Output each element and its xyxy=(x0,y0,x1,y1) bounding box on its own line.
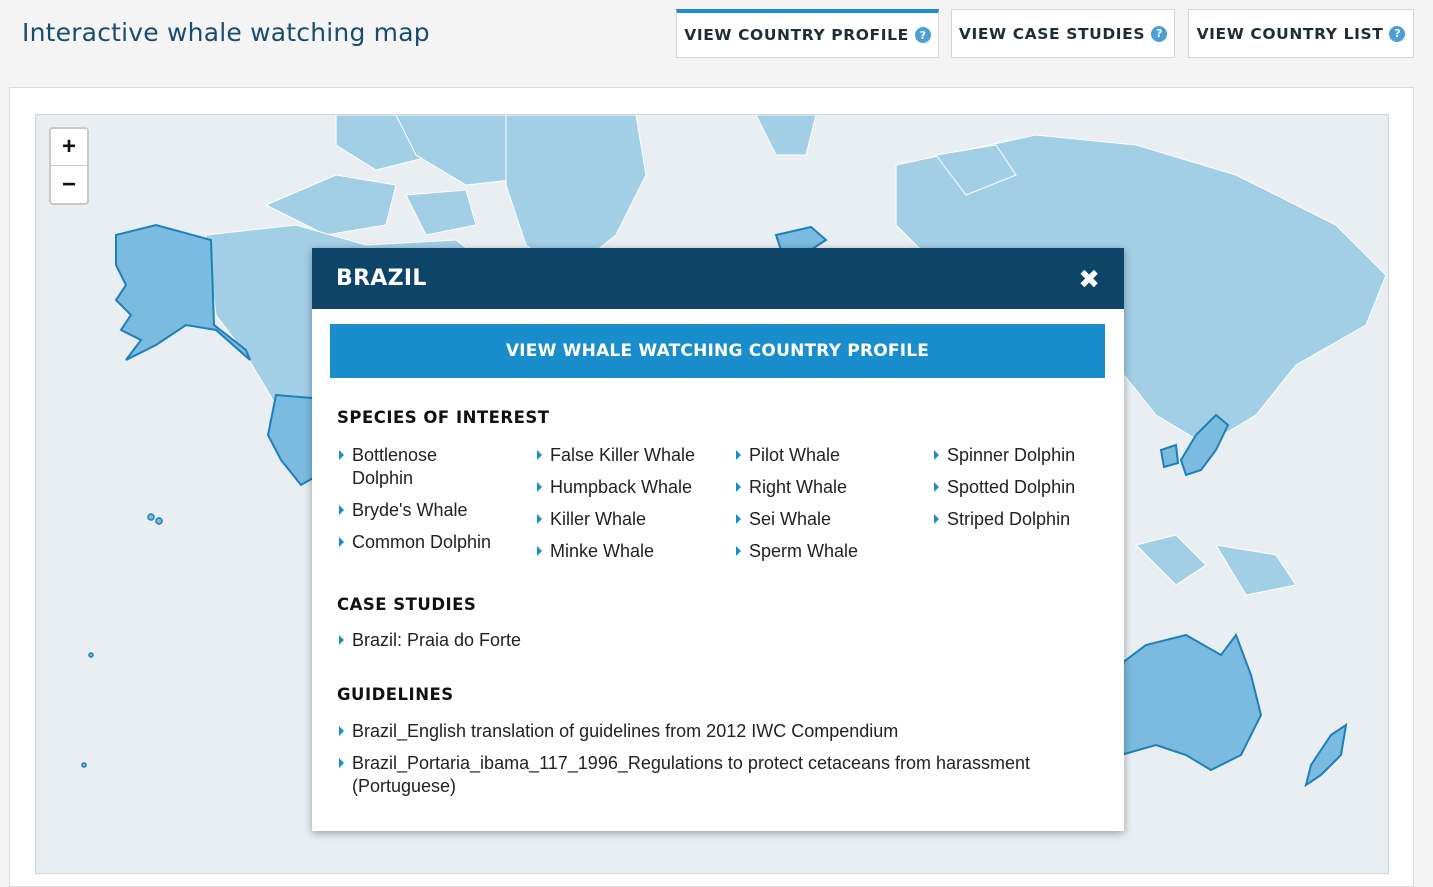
species-column: Spinner Dolphin Spotted Dolphin Striped … xyxy=(932,444,1122,540)
species-heading: SPECIES OF INTEREST xyxy=(337,408,550,427)
species-link[interactable]: Minke Whale xyxy=(535,540,725,563)
species-link[interactable]: False Killer Whale xyxy=(535,444,725,467)
tab-label: VIEW COUNTRY LIST xyxy=(1196,24,1384,43)
species-link[interactable]: Common Dolphin xyxy=(337,531,512,554)
guidelines-list: Brazil_English translation of guidelines… xyxy=(337,720,1097,807)
species-column: Pilot Whale Right Whale Sei Whale Sperm … xyxy=(734,444,924,572)
species-link[interactable]: Sperm Whale xyxy=(734,540,924,563)
help-icon[interactable]: ? xyxy=(1389,25,1406,42)
species-link[interactable]: Right Whale xyxy=(734,476,924,499)
guideline-link[interactable]: Brazil_Portaria_ibama_117_1996_Regulatio… xyxy=(337,752,1097,798)
species-link[interactable]: Sei Whale xyxy=(734,508,924,531)
species-link[interactable]: Striped Dolphin xyxy=(932,508,1122,531)
zoom-out-button[interactable]: − xyxy=(51,166,87,203)
tab-view-country-profile[interactable]: VIEW COUNTRY PROFILE ? xyxy=(676,9,939,58)
close-icon[interactable]: ✖ xyxy=(1078,266,1100,292)
guidelines-heading: GUIDELINES xyxy=(337,685,454,704)
guideline-link[interactable]: Brazil_English translation of guidelines… xyxy=(337,720,1097,743)
page-title: Interactive whale watching map xyxy=(22,18,430,47)
case-studies-heading: CASE STUDIES xyxy=(337,595,477,614)
species-link[interactable]: Killer Whale xyxy=(535,508,725,531)
case-study-link[interactable]: Brazil: Praia do Forte xyxy=(337,629,1097,652)
species-column: Bottlenose Dolphin Bryde's Whale Common … xyxy=(337,444,512,563)
tab-view-case-studies[interactable]: VIEW CASE STUDIES ? xyxy=(951,9,1175,58)
tab-label: VIEW CASE STUDIES xyxy=(958,24,1146,43)
view-country-profile-button[interactable]: VIEW WHALE WATCHING COUNTRY PROFILE xyxy=(330,324,1105,378)
tab-view-country-list[interactable]: VIEW COUNTRY LIST ? xyxy=(1188,9,1414,58)
species-link[interactable]: Bottlenose Dolphin xyxy=(337,444,477,490)
help-icon[interactable]: ? xyxy=(1151,25,1168,42)
zoom-in-button[interactable]: + xyxy=(51,129,87,166)
new-zealand xyxy=(1304,722,1348,788)
popup-header: BRAZIL ✖ xyxy=(312,248,1124,309)
australia xyxy=(1102,632,1263,772)
species-link[interactable]: Spinner Dolphin xyxy=(932,444,1122,467)
help-icon[interactable]: ? xyxy=(914,27,931,43)
species-link[interactable]: Bryde's Whale xyxy=(337,499,512,522)
tab-label: VIEW COUNTRY PROFILE xyxy=(684,26,909,44)
zoom-control: + − xyxy=(49,127,89,205)
country-popup: BRAZIL ✖ VIEW WHALE WATCHING COUNTRY PRO… xyxy=(312,248,1124,831)
species-link[interactable]: Pilot Whale xyxy=(734,444,924,467)
popup-title: BRAZIL xyxy=(336,266,427,291)
species-column: False Killer Whale Humpback Whale Killer… xyxy=(535,444,725,572)
species-link[interactable]: Humpback Whale xyxy=(535,476,725,499)
species-link[interactable]: Spotted Dolphin xyxy=(932,476,1122,499)
page-header: Interactive whale watching map VIEW COUN… xyxy=(0,0,1433,86)
case-studies-list: Brazil: Praia do Forte xyxy=(337,629,1097,661)
